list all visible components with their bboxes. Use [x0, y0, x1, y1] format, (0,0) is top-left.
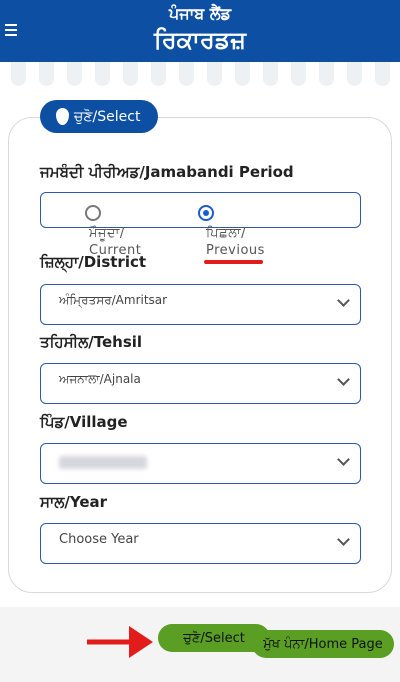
year-label: ਸਾਲ/Year — [40, 493, 108, 511]
map-pin-icon — [56, 108, 69, 125]
district-label: ਜ਼ਿਲ੍ਹਾ/District — [40, 253, 147, 271]
red-arrow-annotation — [87, 626, 153, 658]
district-select[interactable]: ਅੰਮ੍ਰਿਤਸਰ/Amritsar — [40, 284, 361, 325]
year-select[interactable]: Choose Year — [40, 523, 361, 564]
app-title-line1: ਪੰਜਾਬ ਲੈਂਡ — [168, 4, 232, 23]
radio-previous[interactable] — [198, 205, 214, 221]
period-label: ਜਮਬੰਦੀ ਪੀਰੀਅਡ/Jamabandi Period — [40, 163, 294, 181]
district-value: ਅੰਮ੍ਰਿਤਸਰ/Amritsar — [59, 293, 168, 307]
app-title-line2: ਰਿਕਾਰਡਜ਼ — [154, 26, 246, 54]
radio-previous-line1: ਪਿਛਲਾ/ — [206, 226, 246, 241]
chevron-down-icon — [337, 373, 350, 386]
village-select[interactable] — [40, 443, 361, 484]
radio-current[interactable] — [85, 205, 101, 221]
radio-previous-label[interactable]: ਪਿਛਲਾ/ Previous — [206, 225, 265, 259]
year-value: Choose Year — [59, 532, 139, 547]
redacted-village-value — [59, 456, 147, 469]
red-underline-annotation — [204, 260, 263, 264]
tehsil-label: ਤਹਿਸੀਲ/Tehsil — [40, 333, 143, 351]
tehsil-value: ਅਜਨਾਲਾ/Ajnala — [59, 372, 141, 386]
home-page-button[interactable]: ਮੁੱਖ ਪੰਨਾ/Home Page — [252, 630, 394, 658]
app-header: ਪੰਜਾਬ ਲੈਂਡ ਰਿਕਾਰਡਜ਼ — [0, 0, 400, 62]
tehsil-select[interactable]: ਅਜਨਾਲਾ/Ajnala — [40, 363, 361, 404]
decorative-scallop-border — [0, 62, 400, 86]
radio-previous-line2: Previous — [206, 243, 265, 258]
select-tab: ਚੁਣੋ/Select — [40, 100, 158, 133]
chevron-down-icon — [337, 453, 350, 466]
chevron-down-icon — [337, 533, 350, 546]
form-card — [8, 117, 392, 593]
village-label: ਪਿੰਡ/Village — [40, 413, 128, 431]
select-tab-label: ਚੁਣੋ/Select — [74, 108, 141, 125]
chevron-down-icon — [337, 294, 350, 307]
radio-current-line1: ਮੌਜੂਦਾ/ — [89, 226, 125, 241]
